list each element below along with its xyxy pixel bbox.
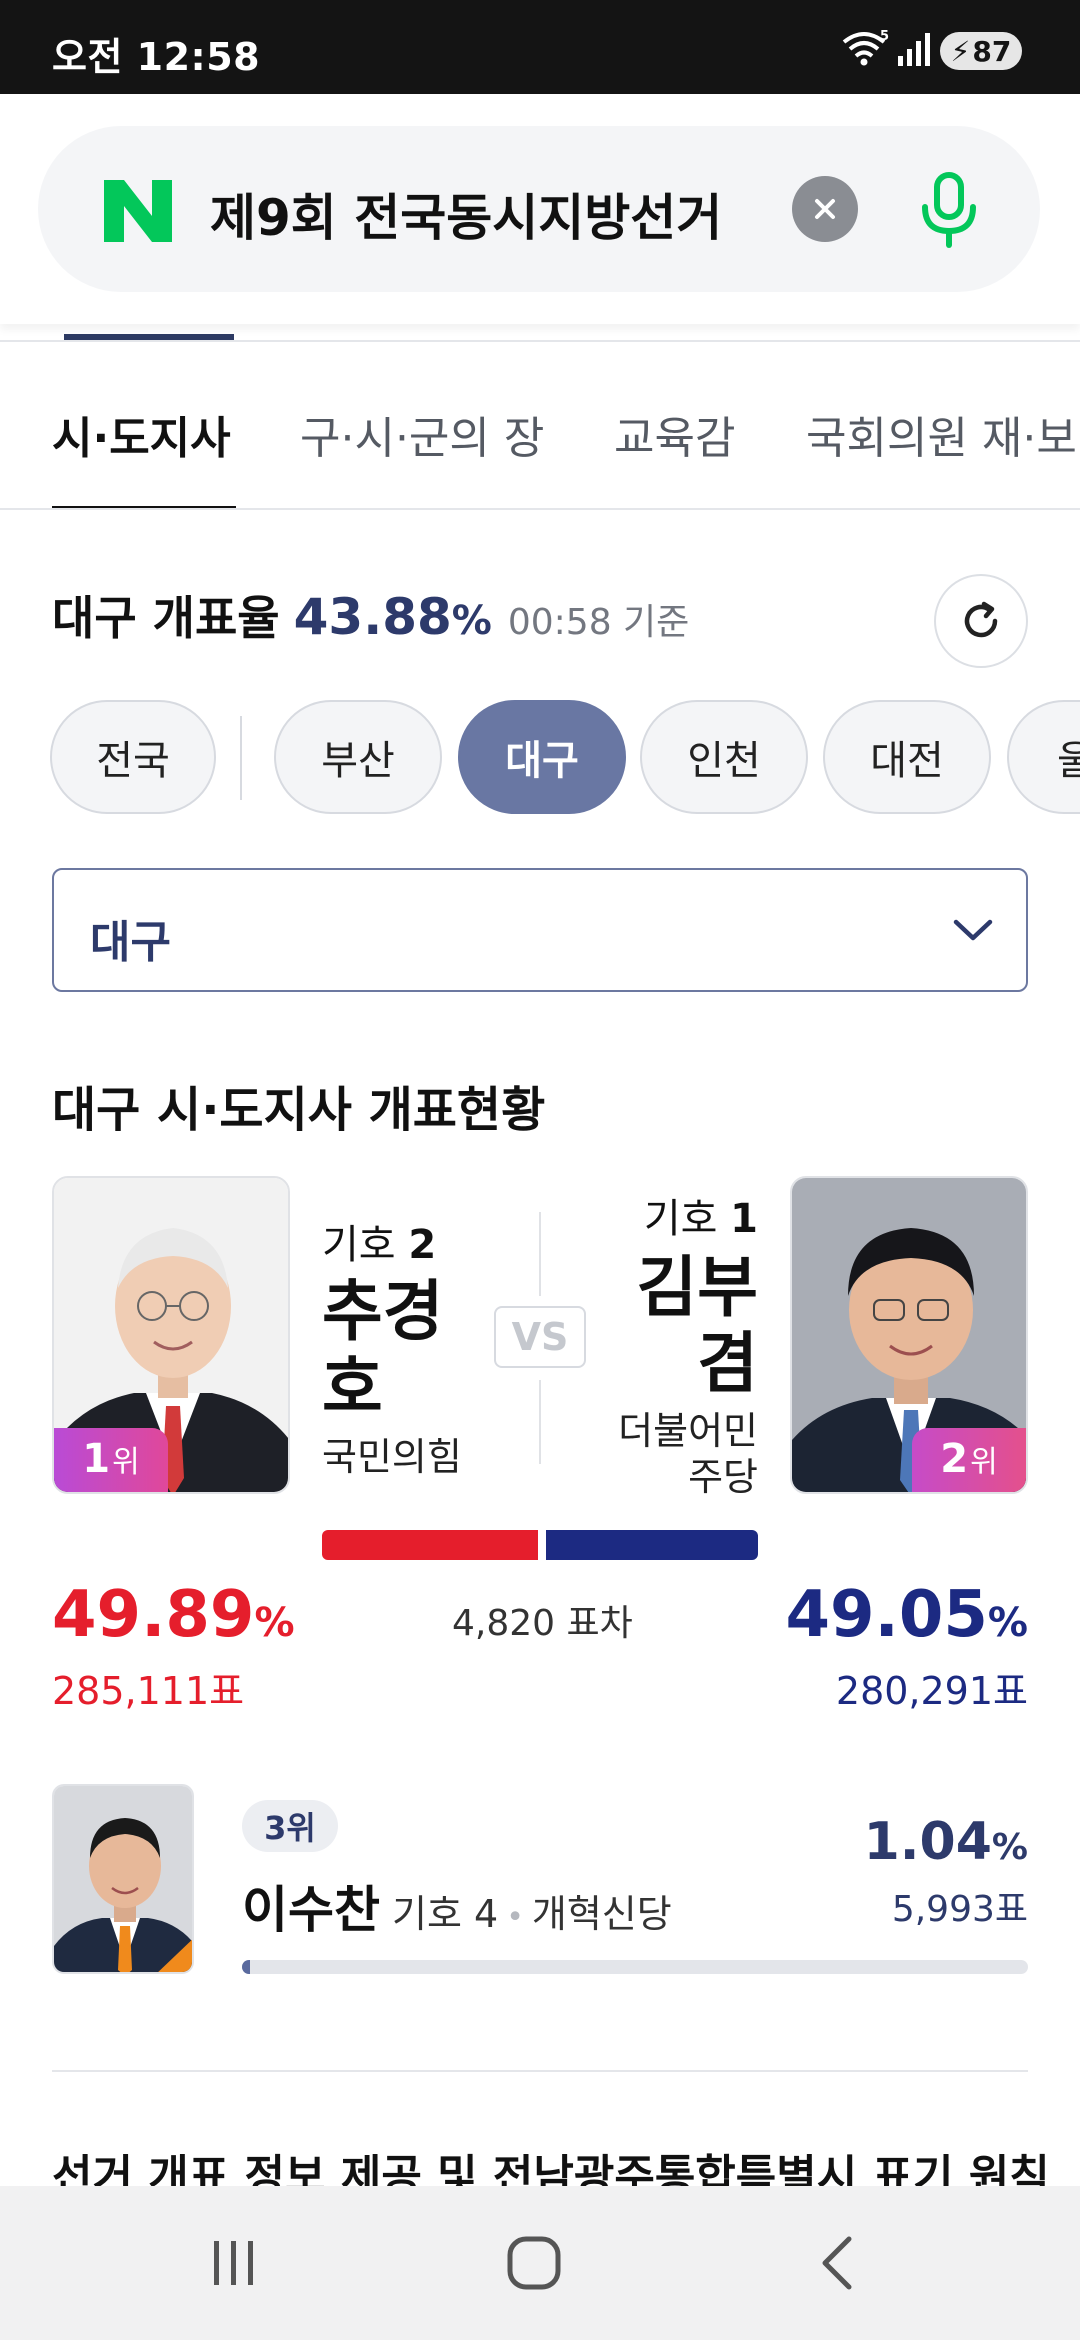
candidate-name-right[interactable]: 김부 겸 bbox=[618, 1250, 758, 1402]
battery-level: 87 bbox=[972, 34, 1012, 68]
ballot-number-right: 기호 1 bbox=[618, 1186, 758, 1244]
back-icon[interactable] bbox=[788, 2226, 888, 2300]
rank-number-left: 1 bbox=[82, 1436, 111, 1482]
ballot-value-right: 1 bbox=[730, 1196, 758, 1242]
home-icon[interactable] bbox=[484, 2226, 584, 2300]
status-time: 오전 12:58 bbox=[52, 35, 261, 79]
chip-divider bbox=[240, 716, 242, 800]
active-tab-indicator bbox=[52, 506, 236, 508]
candidate-name-left-line2: 호 bbox=[322, 1349, 383, 1426]
region-chip-daegu[interactable]: 대구 bbox=[458, 700, 626, 814]
vs-divider-bottom bbox=[539, 1380, 541, 1464]
counting-rate-time: 00:58 기준 bbox=[507, 602, 690, 643]
percent-left-value: 49.89 bbox=[52, 1578, 255, 1652]
tab-by-election[interactable]: 국회의원 재·보 bbox=[806, 402, 1077, 466]
rank-badge-third: 3위 bbox=[242, 1800, 338, 1852]
candidate-line-third: 이수찬 기호 4 • 개혁신당 bbox=[242, 1870, 672, 1942]
tab-education[interactable]: 교육감 bbox=[614, 402, 735, 466]
status-bar: 오전 12:58 5 ⚡ 87 bbox=[0, 0, 1080, 94]
candidate-name-left-line1: 추경 bbox=[322, 1273, 444, 1350]
percent-third: 1.04% bbox=[864, 1812, 1028, 1872]
vote-gap: 4,820 표차 bbox=[452, 1603, 633, 1644]
percent-right-value: 49.05 bbox=[785, 1578, 988, 1652]
candidate-name-right-line2: 겸 bbox=[697, 1325, 758, 1402]
section-title: 대구 시·도지사 개표현황 bbox=[52, 1082, 546, 1138]
tab-governor[interactable]: 시·도지사 bbox=[52, 402, 231, 466]
region-chip-ulsan[interactable]: 울 bbox=[1007, 700, 1080, 814]
counting-rate-value: 43.88 bbox=[293, 588, 452, 646]
ballot-number-third: 기호 4 bbox=[392, 1892, 499, 1936]
counting-rate-label: 대구 개표율 bbox=[52, 591, 280, 645]
microphone-icon[interactable] bbox=[904, 164, 994, 254]
counting-rate: 대구 개표율 43.88% 00:58 기준 bbox=[52, 582, 689, 648]
system-nav-bar bbox=[0, 2186, 1080, 2340]
ballot-label-left: 기호 bbox=[322, 1222, 396, 1268]
party-third: 개혁신당 bbox=[531, 1892, 672, 1936]
candidate-name-third[interactable]: 이수찬 bbox=[242, 1881, 380, 1939]
separator-dot: • bbox=[506, 1900, 524, 1935]
recents-icon[interactable] bbox=[184, 2226, 284, 2300]
votes-right: 280,291표 bbox=[835, 1669, 1028, 1713]
wifi-badge: 5 bbox=[880, 29, 889, 44]
refresh-icon[interactable] bbox=[934, 574, 1028, 668]
candidate-info-left: 기호 2 추경 호 국민의힘 bbox=[322, 1212, 462, 1480]
election-type-tabs: 시·도지사 구·시·군의 장 교육감 국회의원 재·보 bbox=[0, 342, 1080, 510]
vs-badge: VS bbox=[494, 1306, 586, 1368]
bolt-icon: ⚡ bbox=[950, 34, 971, 68]
region-select[interactable]: 대구 bbox=[52, 868, 1028, 992]
vote-share-bar-third bbox=[242, 1960, 1028, 1974]
candidate-photo-right[interactable]: 2위 bbox=[790, 1176, 1028, 1494]
ballot-label-right: 기호 bbox=[643, 1196, 718, 1242]
chevron-down-icon bbox=[950, 910, 996, 950]
percent-third-value: 1.04 bbox=[863, 1812, 992, 1872]
percent-left: 49.89% bbox=[52, 1578, 295, 1652]
percent-right: 49.05% bbox=[785, 1578, 1028, 1652]
party-left: 국민의힘 bbox=[322, 1435, 462, 1479]
candidate-info-right: 기호 1 김부 겸 더불어민 주당 bbox=[618, 1186, 758, 1500]
vote-share-bar-third-fill bbox=[242, 1960, 250, 1974]
region-chips: 전국 부산 대구 인천 대전 울 bbox=[0, 700, 1080, 818]
percent-left-unit: % bbox=[254, 1600, 295, 1646]
rank-number-right: 2 bbox=[940, 1436, 969, 1482]
search-header: 제9회 전국동시지방선거 bbox=[0, 94, 1080, 324]
vote-share-bar-right bbox=[546, 1530, 758, 1560]
signal-icon bbox=[896, 30, 936, 68]
rank-unit-right: 위 bbox=[970, 1445, 998, 1480]
clear-icon[interactable] bbox=[792, 176, 858, 242]
vote-share-bar bbox=[322, 1530, 758, 1560]
party-right-line2: 주당 bbox=[688, 1455, 758, 1499]
region-select-value: 대구 bbox=[90, 917, 171, 968]
region-chip-nationwide[interactable]: 전국 bbox=[50, 700, 216, 814]
candidate-name-left[interactable]: 추경 호 bbox=[322, 1274, 462, 1426]
votes-left: 285,111표 bbox=[52, 1669, 245, 1713]
votes-third: 5,993표 bbox=[891, 1889, 1028, 1930]
tab-mayor[interactable]: 구·시·군의 장 bbox=[300, 402, 544, 466]
vote-share-bar-left bbox=[322, 1530, 538, 1560]
search-box[interactable]: 제9회 전국동시지방선거 bbox=[38, 126, 1040, 292]
divider bbox=[52, 2070, 1028, 2072]
candidate-photo-third[interactable] bbox=[52, 1784, 194, 1974]
counting-rate-unit: % bbox=[451, 598, 492, 644]
search-input[interactable]: 제9회 전국동시지방선거 bbox=[210, 178, 800, 250]
region-chip-daejeon[interactable]: 대전 bbox=[823, 700, 991, 814]
naver-logo-icon[interactable] bbox=[100, 176, 176, 246]
percent-third-unit: % bbox=[991, 1827, 1028, 1868]
wifi-icon: 5 bbox=[840, 28, 890, 68]
candidate-photo-left[interactable]: 1위 bbox=[52, 1176, 290, 1494]
vs-divider-top bbox=[539, 1212, 541, 1296]
battery-charging-icon: ⚡ 87 bbox=[940, 32, 1022, 70]
rank-unit-left: 위 bbox=[112, 1445, 140, 1480]
percent-right-unit: % bbox=[987, 1600, 1028, 1646]
ballot-value-left: 2 bbox=[408, 1222, 437, 1268]
rank-badge-right: 2위 bbox=[912, 1428, 1026, 1492]
candidate-name-right-line1: 김부 bbox=[636, 1249, 758, 1326]
party-right: 더불어민 주당 bbox=[618, 1408, 758, 1500]
party-right-line1: 더불어민 bbox=[618, 1409, 758, 1453]
rank-badge-left: 1위 bbox=[54, 1428, 168, 1492]
ballot-number-left: 기호 2 bbox=[322, 1212, 462, 1270]
region-chip-incheon[interactable]: 인천 bbox=[640, 700, 808, 814]
region-chip-busan[interactable]: 부산 bbox=[274, 700, 442, 814]
